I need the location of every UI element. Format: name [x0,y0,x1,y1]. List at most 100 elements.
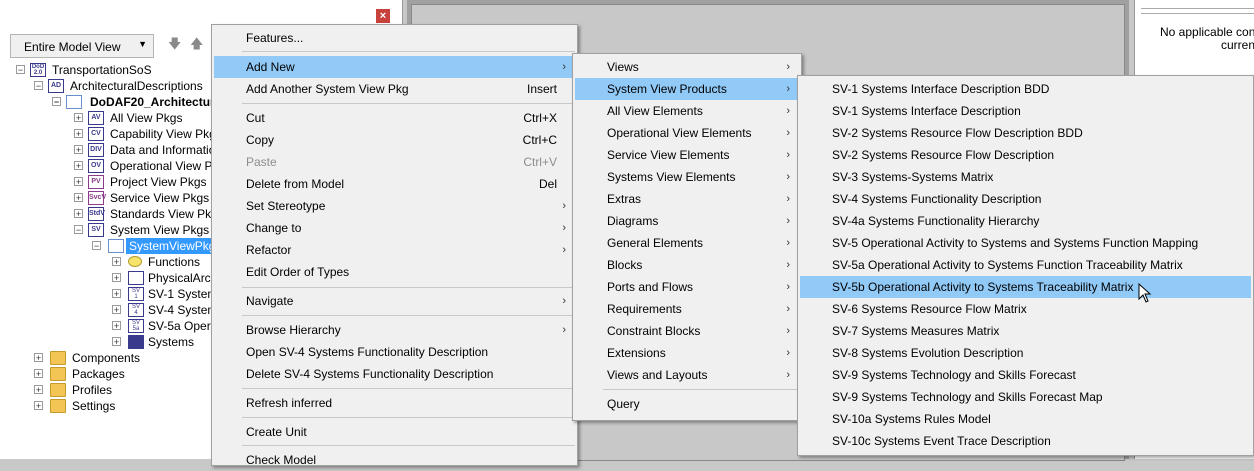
menu-item-delete-from-model[interactable]: Delete from Model Del [214,173,575,195]
submenu-item-query[interactable]: Query [575,393,799,415]
product-item-sv9[interactable]: SV-9 Systems Technology and Skills Forec… [800,364,1251,386]
product-item-sv10a[interactable]: SV-10a Systems Rules Model [800,408,1251,430]
tree-label: ArchitecturalDescriptions [70,79,203,93]
product-item-sv8[interactable]: SV-8 Systems Evolution Description [800,342,1251,364]
submenu-arrow-icon: › [562,200,566,212]
product-item-sv2-bdd[interactable]: SV-2 Systems Resource Flow Description B… [800,122,1251,144]
close-icon[interactable]: × [376,9,390,23]
product-item-sv5[interactable]: SV-5 Operational Activity to Systems and… [800,232,1251,254]
product-item-sv4[interactable]: SV-4 Systems Functionality Description [800,188,1251,210]
cv-package-icon: CV [88,127,104,141]
submenu-item-extensions[interactable]: Extensions › [575,342,799,364]
menu-item-cut[interactable]: Cut Ctrl+X [214,107,575,129]
expand-icon[interactable]: + [74,145,83,155]
tree-label: Packages [72,367,125,381]
expand-icon[interactable]: + [74,129,83,139]
menu-item-refresh-inferred[interactable]: Refresh inferred [214,392,575,414]
expand-icon[interactable]: + [74,209,83,219]
view-select[interactable]: Entire Model View ▼ [10,34,154,58]
menu-item-features[interactable]: Features... [214,27,575,49]
product-item-sv7[interactable]: SV-7 Systems Measures Matrix [800,320,1251,342]
expand-icon[interactable]: + [112,289,121,299]
menu-item-paste[interactable]: Paste Ctrl+V [214,151,575,173]
expand-icon[interactable]: + [74,193,83,203]
tree-label: Project View Pkgs [110,175,207,189]
menu-label: Create Unit [246,425,307,439]
expand-icon[interactable]: + [112,305,121,315]
tree-label: Capability View Pkg [110,127,216,141]
expand-icon[interactable]: + [74,113,83,123]
expand-icon[interactable]: + [112,273,121,283]
menu-label: SV-8 Systems Evolution Description [832,346,1024,360]
menu-item-set-stereotype[interactable]: Set Stereotype › [214,195,575,217]
menu-label: SV-7 Systems Measures Matrix [832,324,1000,338]
menu-separator [242,445,575,446]
menu-label: Extras [607,192,642,206]
menu-label: Diagrams [607,214,659,228]
expand-icon[interactable]: + [34,353,43,363]
tree-label: System View Pkgs [110,223,210,237]
product-item-sv6[interactable]: SV-6 Systems Resource Flow Matrix [800,298,1251,320]
expand-icon[interactable]: + [112,257,121,267]
submenu-item-blocks[interactable]: Blocks › [575,254,799,276]
move-up-icon[interactable]: 🡅 [190,35,204,51]
submenu-item-systems-view-elements[interactable]: Systems View Elements › [575,166,799,188]
menu-label: Set Stereotype [246,199,326,213]
submenu-item-diagrams[interactable]: Diagrams › [575,210,799,232]
collapse-icon[interactable]: − [16,65,25,75]
menu-item-browse-hierarchy[interactable]: Browse Hierarchy › [214,319,575,341]
divider [1141,8,1254,9]
expand-icon[interactable]: + [34,369,43,379]
expand-icon[interactable]: + [112,321,121,331]
menu-item-open-sv4[interactable]: Open SV-4 Systems Functionality Descript… [214,341,575,363]
product-item-sv4a[interactable]: SV-4a Systems Functionality Hierarchy [800,210,1251,232]
submenu-item-general-elements[interactable]: General Elements › [575,232,799,254]
expand-icon[interactable]: + [74,177,83,187]
menu-item-delete-sv4[interactable]: Delete SV-4 Systems Functionality Descri… [214,363,575,385]
menu-label: Browse Hierarchy [246,323,341,337]
product-item-sv5a[interactable]: SV-5a Operational Activity to Systems Fu… [800,254,1251,276]
menu-item-create-unit[interactable]: Create Unit [214,421,575,443]
menu-item-add-new[interactable]: Add New › [214,56,575,78]
submenu-item-service-view-elements[interactable]: Service View Elements › [575,144,799,166]
submenu-item-ports-and-flows[interactable]: Ports and Flows › [575,276,799,298]
product-item-sv10c[interactable]: SV-10c Systems Event Trace Description [800,430,1251,452]
product-item-sv5b[interactable]: SV-5b Operational Activity to Systems Tr… [800,276,1251,298]
product-item-sv1[interactable]: SV-1 Systems Interface Description [800,100,1251,122]
submenu-arrow-icon: › [786,237,790,249]
menu-item-change-to[interactable]: Change to › [214,217,575,239]
submenu-item-views[interactable]: Views › [575,56,799,78]
submenu-item-requirements[interactable]: Requirements › [575,298,799,320]
submenu-item-constraint-blocks[interactable]: Constraint Blocks › [575,320,799,342]
menu-item-refactor[interactable]: Refactor › [214,239,575,261]
expand-icon[interactable]: + [34,401,43,411]
menu-item-add-another-system-view-pkg[interactable]: Add Another System View Pkg Insert [214,78,575,100]
menu-item-navigate[interactable]: Navigate › [214,290,575,312]
submenu-item-extras[interactable]: Extras › [575,188,799,210]
submenu-arrow-icon: › [786,193,790,205]
no-contents-text-line2: current [1221,38,1254,52]
menu-label: Operational View Elements [607,126,752,140]
expand-icon[interactable]: + [34,385,43,395]
expand-icon[interactable]: + [74,161,83,171]
collapse-icon[interactable]: − [52,97,61,107]
move-down-icon[interactable]: 🡇 [168,35,182,51]
submenu-item-operational-view-elements[interactable]: Operational View Elements › [575,122,799,144]
submenu-item-all-view-elements[interactable]: All View Elements › [575,100,799,122]
submenu-arrow-icon: › [562,222,566,234]
menu-label: General Elements [607,236,704,250]
product-item-sv9-map[interactable]: SV-9 Systems Technology and Skills Forec… [800,386,1251,408]
collapse-icon[interactable]: − [92,241,101,251]
submenu-item-system-view-products[interactable]: System View Products › [575,78,799,100]
menu-item-edit-order-of-types[interactable]: Edit Order of Types [214,261,575,283]
expand-icon[interactable]: + [112,337,121,347]
div-package-icon: DIV [88,143,104,157]
product-item-sv3[interactable]: SV-3 Systems-Systems Matrix [800,166,1251,188]
menu-item-copy[interactable]: Copy Ctrl+C [214,129,575,151]
submenu-item-views-and-layouts[interactable]: Views and Layouts › [575,364,799,386]
product-item-sv1-bdd[interactable]: SV-1 Systems Interface Description BDD [800,78,1251,100]
collapse-icon[interactable]: − [74,225,83,235]
collapse-icon[interactable]: − [34,81,43,91]
product-item-sv2[interactable]: SV-2 Systems Resource Flow Description [800,144,1251,166]
menu-item-check-model[interactable]: Check Model [214,449,575,471]
